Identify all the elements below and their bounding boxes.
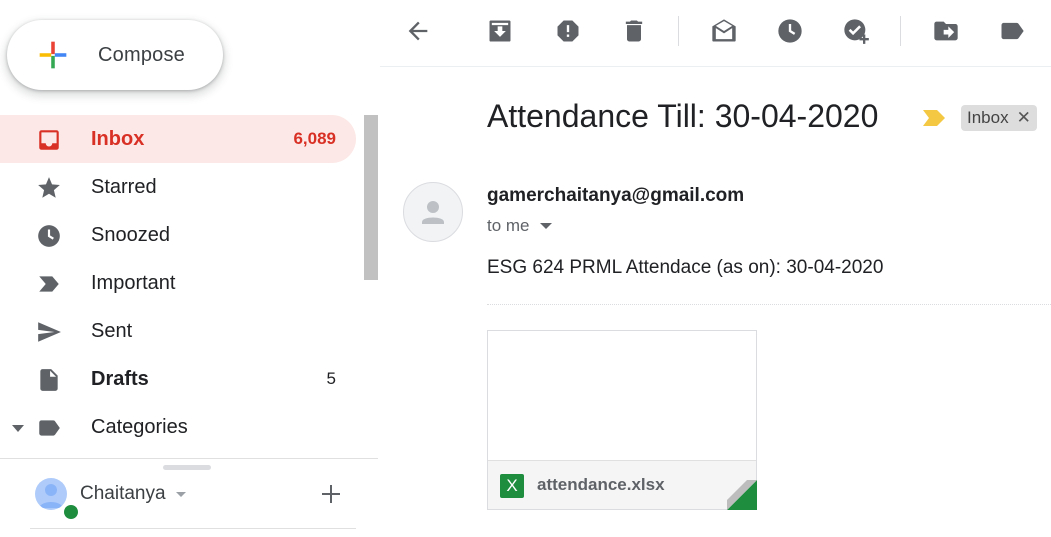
online-status-icon <box>62 503 80 521</box>
resize-handle[interactable] <box>163 465 211 470</box>
sender-avatar[interactable] <box>403 182 463 242</box>
sidebar-item-label: Starred <box>91 175 157 198</box>
message-body: ESG 624 PRML Attendace (as on): 30-04-20… <box>487 257 884 278</box>
unread-count: 6,089 <box>293 129 336 148</box>
report-spam-icon[interactable] <box>554 17 582 45</box>
nav-list: Inbox 6,089 Starred Snoozed Important Se… <box>0 115 356 451</box>
attachment-card[interactable]: X attendance.xlsx <box>487 330 757 510</box>
sidebar-item-starred[interactable]: Starred <box>0 163 356 211</box>
labels-icon[interactable] <box>998 17 1026 45</box>
sidebar-item-label: Drafts <box>91 367 149 390</box>
add-icon[interactable] <box>320 483 342 505</box>
divider <box>0 458 378 459</box>
message-toolbar <box>380 0 1051 67</box>
sidebar-item-important[interactable]: Important <box>0 259 356 307</box>
chevron-down-icon[interactable] <box>176 492 186 497</box>
label-chip-text: Inbox <box>967 108 1009 127</box>
sidebar-item-label: Important <box>91 271 176 294</box>
plus-icon <box>39 41 67 69</box>
sidebar-item-label: Categories <box>91 415 188 438</box>
important-marker-icon[interactable] <box>921 109 947 127</box>
expand-arrow-icon[interactable] <box>12 423 24 433</box>
hangouts-panel: Chaitanya <box>30 472 356 529</box>
sidebar-item-categories[interactable]: Categories <box>0 403 356 451</box>
important-icon <box>39 276 59 292</box>
recipient-details[interactable]: to me <box>487 216 552 236</box>
toolbar-separator <box>900 16 901 46</box>
sidebar-scrollbar[interactable] <box>364 115 378 280</box>
sidebar-item-label: Sent <box>91 319 133 342</box>
avatar[interactable] <box>35 478 67 510</box>
archive-icon[interactable] <box>486 17 514 45</box>
divider <box>487 304 1051 305</box>
sidebar-item-inbox[interactable]: Inbox 6,089 <box>0 115 356 163</box>
compose-label: Compose <box>98 43 185 66</box>
sender-email[interactable]: gamerchaitanya@gmail.com <box>487 185 744 207</box>
mark-unread-icon[interactable] <box>710 17 738 45</box>
sidebar-item-snoozed[interactable]: Snoozed <box>0 211 356 259</box>
snooze-icon[interactable] <box>776 17 804 45</box>
attachment-footer: X attendance.xlsx <box>488 460 757 510</box>
message-subject: Attendance Till: 30-04-2020 <box>487 98 879 134</box>
attachment-filename: attendance.xlsx <box>537 475 665 494</box>
divider <box>30 528 356 529</box>
person-icon <box>422 201 444 224</box>
sidebar-item-label: Inbox <box>91 127 145 150</box>
inbox-icon <box>39 130 59 150</box>
draft-icon <box>40 369 58 391</box>
sidebar-item-drafts[interactable]: Drafts 5 <box>0 355 356 403</box>
delete-icon[interactable] <box>620 17 648 45</box>
sidebar-item-sent[interactable]: Sent <box>0 307 356 355</box>
excel-file-icon: X <box>500 474 524 498</box>
label-chip-inbox[interactable]: Inbox ✕ <box>961 105 1037 131</box>
remove-label-icon[interactable]: ✕ <box>1017 108 1031 128</box>
sidebar: Compose Inbox 6,089 Starred Snoozed Impo… <box>0 0 380 537</box>
add-to-tasks-icon[interactable] <box>842 17 870 45</box>
recipient-label: to me <box>487 216 530 235</box>
move-to-icon[interactable] <box>932 17 960 45</box>
hangouts-user-name[interactable]: Chaitanya <box>80 483 166 505</box>
page-fold-icon <box>727 480 757 510</box>
compose-button[interactable]: Compose <box>7 20 223 90</box>
toolbar-separator <box>678 16 679 46</box>
draft-count: 5 <box>326 369 336 388</box>
sidebar-item-label: Snoozed <box>91 223 170 246</box>
user-icon <box>39 484 63 508</box>
back-icon[interactable] <box>404 17 432 45</box>
star-icon <box>38 177 60 198</box>
send-icon <box>38 322 61 342</box>
chevron-down-icon[interactable] <box>539 223 552 229</box>
clock-icon <box>38 225 60 247</box>
label-icon <box>39 420 60 436</box>
